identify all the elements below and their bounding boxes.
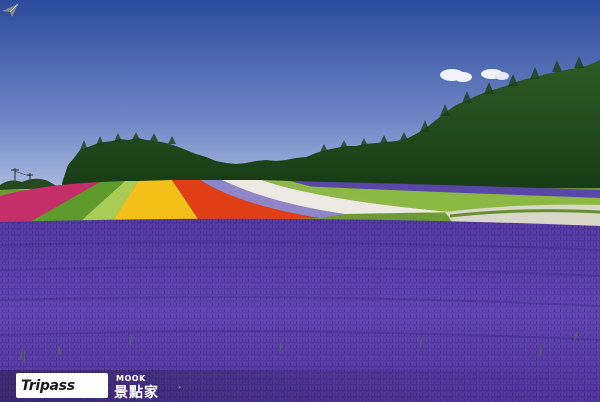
tripass-logo: Tripass xyxy=(16,373,108,398)
landscape-photo: Tripass MOOK 景點家 · xyxy=(0,0,600,402)
photo-canvas xyxy=(0,0,600,402)
publisher-main-label: 景點家 xyxy=(114,385,159,401)
separator-dot: · xyxy=(178,383,182,394)
airplane-icon xyxy=(2,3,19,17)
logo-text: Tripass xyxy=(21,377,75,394)
